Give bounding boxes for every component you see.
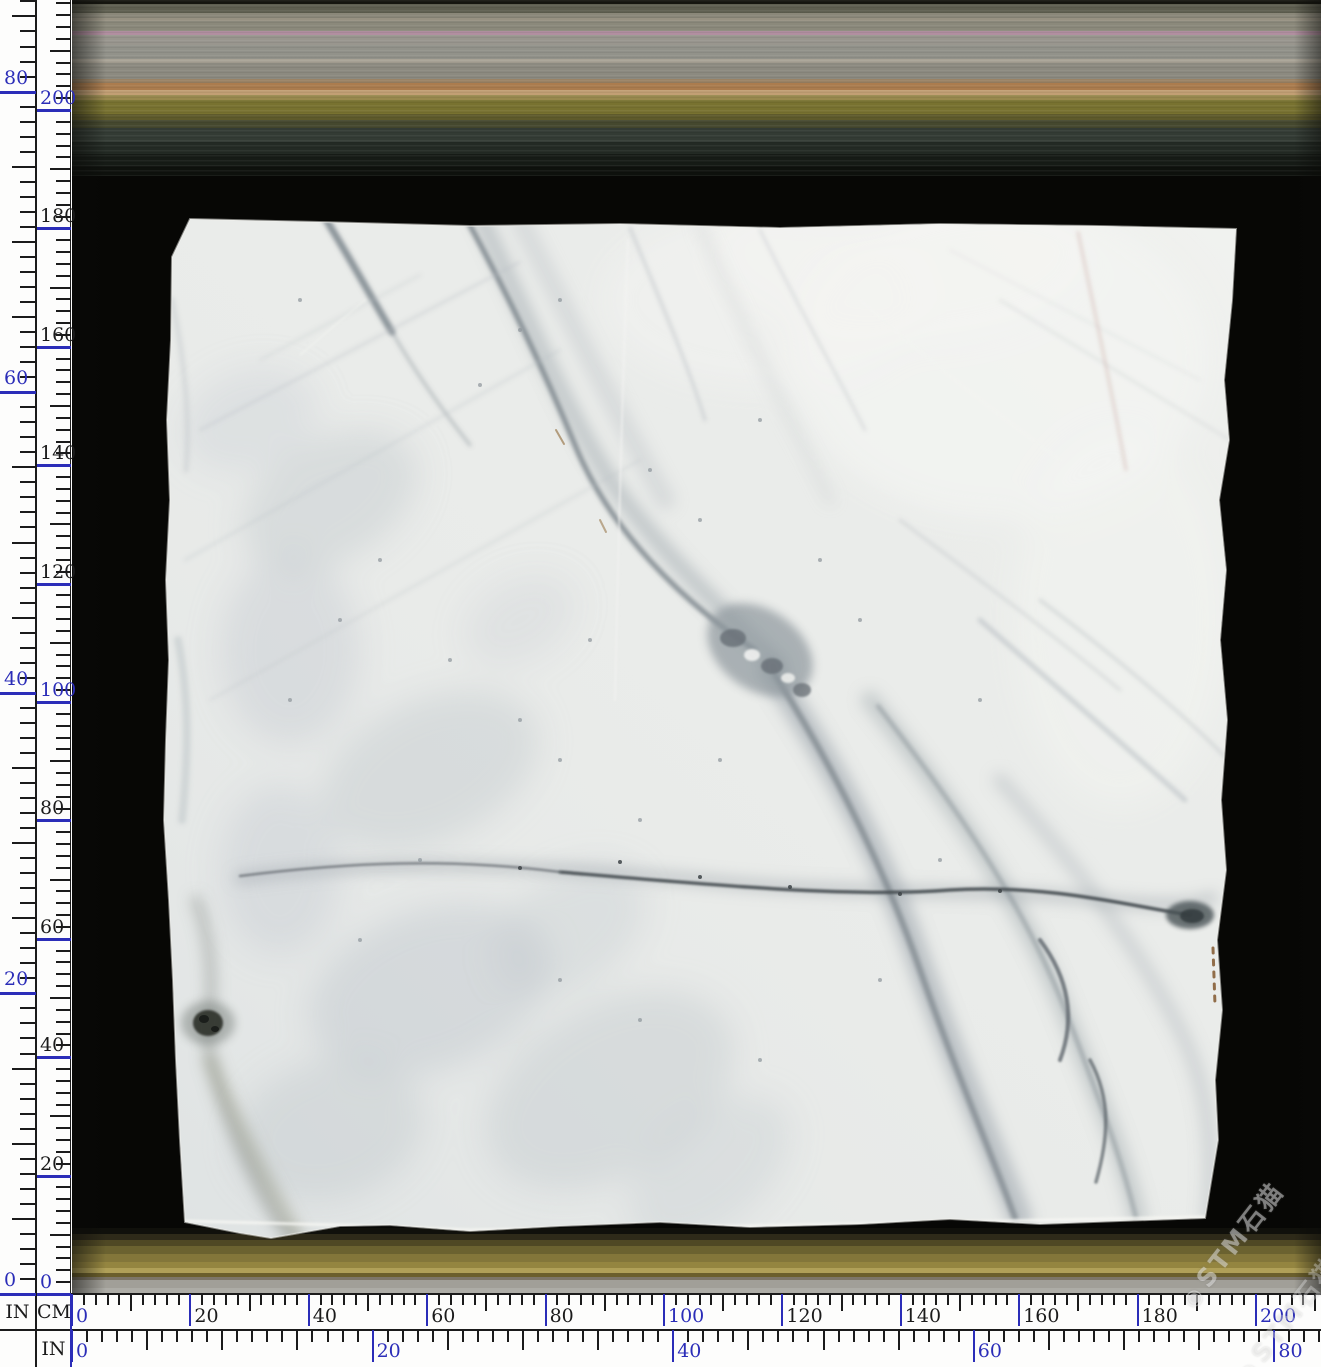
corner-unit-label-in-horizontal: IN <box>37 1338 70 1360</box>
corner-unit-label-cm: CM <box>37 1301 70 1323</box>
scanner-band <box>72 154 1321 166</box>
scanner-band <box>72 63 1321 79</box>
scanner-band <box>72 21 1321 31</box>
scanner-band <box>72 83 1321 90</box>
left-ruler-background <box>0 0 72 1294</box>
scanner-band <box>72 1254 1321 1262</box>
scanner-band <box>72 120 1321 128</box>
scanner-band <box>72 4 1321 13</box>
scanner-band <box>72 35 1321 45</box>
corner-unit-label-in-vertical: IN <box>0 1301 35 1323</box>
scanner-band <box>72 1280 1321 1288</box>
scanner-band <box>72 45 1321 59</box>
bottom-ruler-background <box>0 1294 1321 1367</box>
slab-scanner-page: 0204060801001201401601802000204060800204… <box>0 0 1321 1367</box>
scan-area <box>72 0 1321 1294</box>
scanner-band <box>72 1246 1321 1254</box>
scanner-band <box>72 128 1321 142</box>
scanner-band <box>72 100 1321 114</box>
scanner-band <box>72 166 1321 176</box>
scanner-band <box>72 142 1321 154</box>
